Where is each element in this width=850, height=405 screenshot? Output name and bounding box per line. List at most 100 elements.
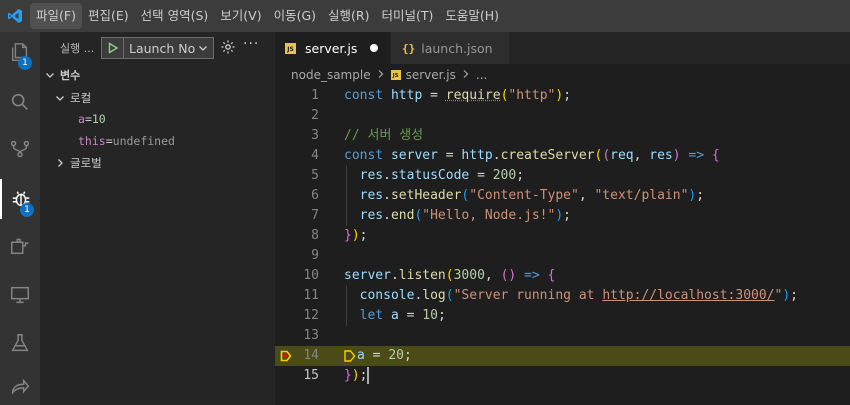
line-number: 7 bbox=[311, 208, 319, 223]
menu-go[interactable]: 이동(G) bbox=[268, 3, 322, 29]
code-text: res.setHeader("Content-Type", "text/plai… bbox=[344, 186, 704, 206]
code-token: , bbox=[633, 148, 650, 163]
code-line[interactable]: 8}); bbox=[275, 226, 850, 246]
code-token: http bbox=[461, 148, 493, 163]
code-token: listen bbox=[398, 268, 446, 283]
line-number: 14 bbox=[303, 348, 319, 363]
menu-selection[interactable]: 선택 영역(S) bbox=[135, 3, 215, 29]
code-line[interactable]: 2 bbox=[275, 106, 850, 126]
code-line[interactable]: 12 let a = 10; bbox=[275, 306, 850, 326]
menu-edit[interactable]: 편집(E) bbox=[82, 3, 135, 29]
gear-icon[interactable] bbox=[220, 39, 236, 55]
menu-help[interactable]: 도움말(H) bbox=[439, 3, 505, 29]
code-token: ; bbox=[516, 168, 525, 183]
code-line[interactable]: 3 // 서버 생성 bbox=[275, 126, 850, 146]
code-text: a = 20; bbox=[344, 346, 412, 366]
code-line[interactable]: 7 res.end("Hello, Node.js!"); bbox=[275, 206, 850, 226]
code-token: "Content-Type" bbox=[469, 188, 579, 203]
code-token: a bbox=[390, 308, 399, 323]
activity-search[interactable] bbox=[0, 82, 40, 122]
code-token: ; bbox=[790, 288, 798, 303]
variable-row[interactable]: a = 10 bbox=[40, 108, 275, 130]
line-number: 9 bbox=[311, 248, 319, 263]
code-text: res.end("Hello, Node.js!"); bbox=[344, 206, 571, 226]
code-token: () bbox=[500, 268, 517, 283]
local-scope-row[interactable]: 로컬 bbox=[40, 87, 275, 109]
activity-run-debug[interactable]: 1 bbox=[0, 179, 40, 219]
code-token: ; bbox=[563, 88, 572, 103]
code-token: => bbox=[524, 268, 540, 283]
code-token: 3000 bbox=[453, 268, 485, 283]
menu-run[interactable]: 실행(R) bbox=[322, 3, 375, 29]
chevron-down-icon bbox=[44, 69, 56, 81]
code-line[interactable]: 15}); bbox=[275, 366, 850, 386]
activity-source-control[interactable] bbox=[0, 129, 40, 169]
code-line[interactable]: 9 bbox=[275, 246, 850, 266]
local-scope-label: 로컬 bbox=[70, 91, 92, 105]
variable-row[interactable]: this = undefined bbox=[40, 130, 275, 152]
code-line[interactable]: 13 bbox=[275, 326, 850, 346]
code-line[interactable]: 6 res.setHeader("Content-Type", "text/pl… bbox=[275, 186, 850, 206]
variable-equals: = bbox=[84, 112, 92, 126]
share-arrow-icon bbox=[11, 378, 30, 395]
code-text: // 서버 생성 bbox=[344, 126, 423, 146]
code-editor[interactable]: 1 const http = require("http"); 2 3 // 서버 생성… bbox=[275, 86, 850, 405]
line-number: 4 bbox=[311, 148, 319, 163]
code-token: http bbox=[390, 88, 423, 103]
code-line[interactable]: 1 const http = require("http"); bbox=[275, 86, 850, 106]
code-token: ) bbox=[555, 88, 564, 103]
line-number: 15 bbox=[303, 368, 319, 383]
variables-section-header[interactable]: 변수 bbox=[40, 64, 275, 86]
global-scope-label: 글로벌 bbox=[70, 156, 102, 170]
play-icon bbox=[108, 42, 118, 54]
global-scope-row[interactable]: 글로벌 bbox=[40, 152, 275, 174]
tab-launch-json[interactable]: {} launch.json bbox=[391, 32, 509, 64]
activity-explorer[interactable]: 1 bbox=[0, 32, 40, 72]
code-token: a bbox=[357, 348, 365, 363]
inline-stop-icon bbox=[344, 349, 356, 362]
chevron-down-icon bbox=[54, 92, 66, 104]
launch-config-dropdown[interactable]: Launch No bbox=[101, 37, 214, 59]
breadcrumb-file[interactable]: server.js bbox=[406, 68, 456, 82]
start-debugging-button[interactable] bbox=[102, 38, 124, 58]
code-token: ) bbox=[351, 228, 360, 243]
tab-server-js[interactable]: JS server.js bbox=[275, 32, 391, 64]
more-actions-icon[interactable]: ··· bbox=[243, 36, 259, 52]
code-token: "Hello, Node.js!" bbox=[422, 208, 556, 223]
code-line[interactable]: 4 const server = http.createServer((req, … bbox=[275, 146, 850, 166]
code-line[interactable]: 11 console.log("Server running at http:/… bbox=[275, 286, 850, 306]
code-token: // 서버 생성 bbox=[344, 128, 424, 143]
menu-bar: 파일(F) 편집(E) 선택 영역(S) 보기(V) 이동(G) 실행(R) 터… bbox=[0, 0, 850, 32]
breadcrumb-folder[interactable]: node_sample bbox=[291, 68, 371, 82]
flask-icon bbox=[11, 334, 29, 352]
code-line[interactable]: 14 a = 20; bbox=[275, 346, 850, 366]
line-number: 3 bbox=[311, 128, 319, 143]
code-token: . bbox=[492, 148, 501, 163]
code-token: ; bbox=[563, 208, 571, 223]
code-token: { bbox=[547, 268, 556, 283]
menu-terminal[interactable]: 터미널(T) bbox=[376, 3, 440, 29]
launch-config-label: Launch No bbox=[129, 40, 195, 56]
code-token: server bbox=[344, 268, 391, 283]
unsaved-dot-icon[interactable] bbox=[370, 44, 378, 52]
line-number: 10 bbox=[303, 268, 319, 283]
menu-view[interactable]: 보기(V) bbox=[214, 3, 267, 29]
activity-remote-explorer[interactable] bbox=[0, 275, 40, 315]
code-text: server.listen(3000, () => { bbox=[344, 266, 555, 286]
code-token: { bbox=[711, 148, 720, 163]
menu-file[interactable]: 파일(F) bbox=[30, 3, 82, 29]
code-text: const server = http.createServer((req, r… bbox=[344, 146, 720, 166]
code-text: console.log("Server running at http://lo… bbox=[344, 286, 798, 306]
activity-extensions[interactable] bbox=[0, 225, 40, 265]
chevron-right-icon bbox=[54, 157, 66, 169]
code-line[interactable]: 5 res.statusCode = 200; bbox=[275, 166, 850, 186]
code-token: = bbox=[422, 88, 446, 103]
variables-header-label: 변수 bbox=[60, 69, 81, 82]
code-line[interactable]: 10 server.listen(3000, () => { bbox=[275, 266, 850, 286]
code-token: setHeader bbox=[390, 188, 462, 203]
activity-live-share[interactable] bbox=[0, 367, 40, 405]
activity-testing[interactable] bbox=[0, 323, 40, 363]
breadcrumb-symbol[interactable]: ... bbox=[476, 68, 487, 82]
code-token: "text/plain" bbox=[594, 188, 689, 203]
